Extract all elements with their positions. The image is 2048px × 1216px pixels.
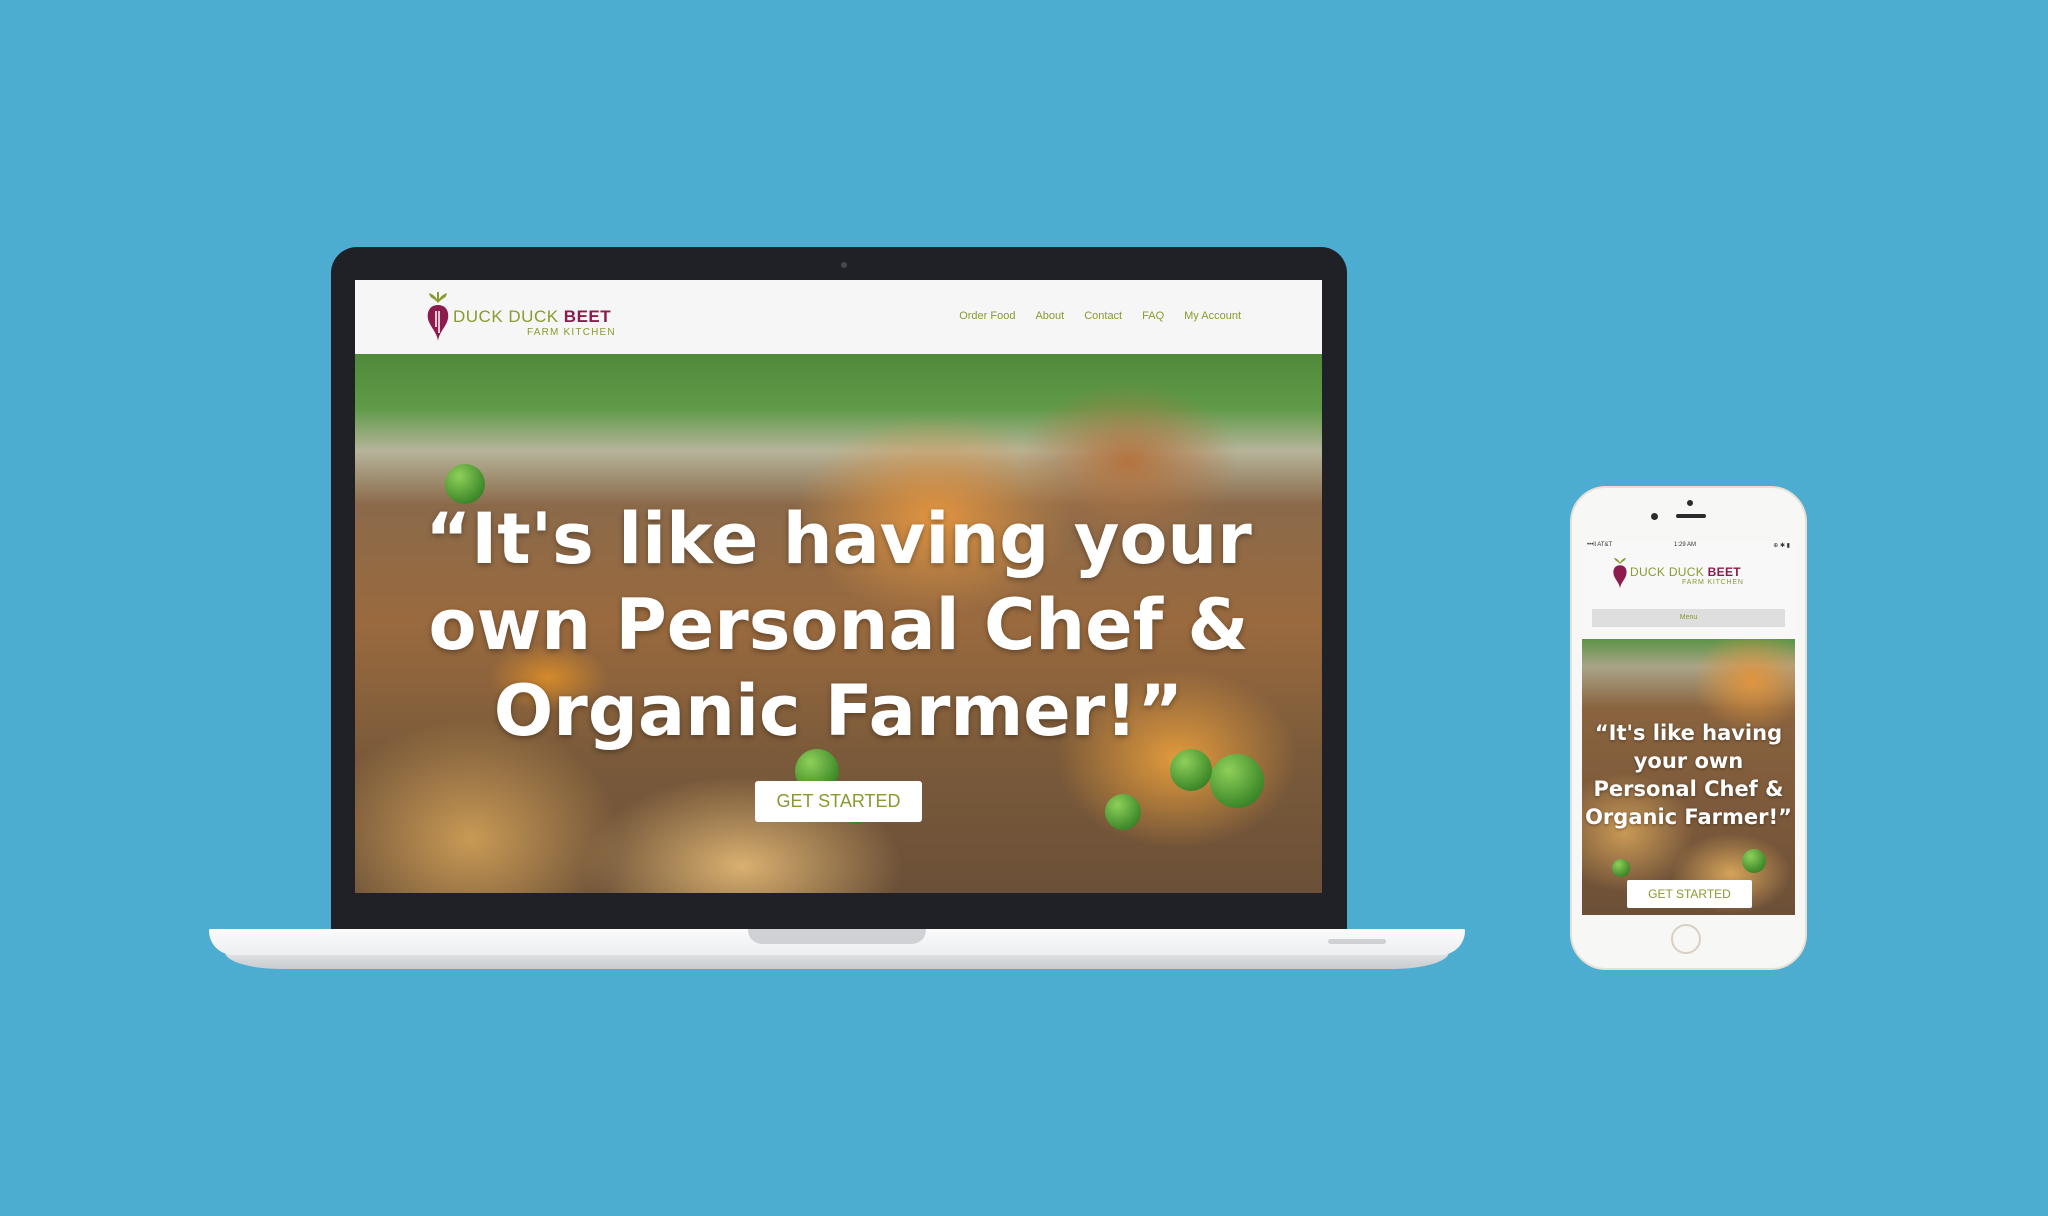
laptop-vent [1328, 939, 1386, 944]
mobile-get-started-button[interactable]: GET STARTED [1627, 880, 1752, 908]
nav-my-account[interactable]: My Account [1184, 310, 1241, 322]
laptop-screen: DUCK DUCK BEET FARM KITCHEN Order Food A… [355, 280, 1322, 893]
laptop-camera [841, 262, 847, 268]
phone-camera [1687, 500, 1693, 506]
hero-headline: “It's like having your own Personal Chef… [425, 498, 1252, 752]
nav-contact[interactable]: Contact [1084, 310, 1122, 322]
logo-tagline: FARM KITCHEN [527, 327, 616, 338]
mobile-logo-name-part1: DUCK DUCK [1630, 565, 1708, 579]
laptop-notch [748, 929, 926, 944]
get-started-button[interactable]: GET STARTED [755, 781, 922, 822]
beet-logo-icon [427, 292, 449, 341]
status-time: 1:29 AM [1674, 542, 1697, 548]
mobile-hero-section: “It's like having your own Personal Chef… [1582, 639, 1795, 915]
mobile-site-logo[interactable]: DUCK DUCK BEET FARM KITCHEN [1610, 555, 1780, 589]
hero-pea-decoration [1612, 859, 1630, 877]
nav-faq[interactable]: FAQ [1142, 310, 1164, 322]
phone-screen: •••ll AT&T 1:29 AM ⊕ ✱ ▮ DUCK DUCK BEET … [1582, 541, 1795, 915]
site-header: DUCK DUCK BEET FARM KITCHEN Order Food A… [355, 280, 1322, 354]
nav-about[interactable]: About [1035, 310, 1064, 322]
hero-pea-decoration [1210, 754, 1264, 808]
hero-pea-decoration [1105, 794, 1141, 830]
beet-logo-icon [1613, 557, 1627, 589]
hero-pea-decoration [1742, 849, 1766, 873]
logo-name-part2: BEET [563, 307, 612, 326]
status-bar: •••ll AT&T 1:29 AM ⊕ ✱ ▮ [1582, 541, 1795, 551]
mobile-logo-name-part2: BEET [1707, 565, 1741, 579]
mobile-logo-tagline: FARM KITCHEN [1682, 579, 1744, 586]
phone-home-button[interactable] [1671, 924, 1701, 954]
phone-speaker [1676, 514, 1706, 518]
mobile-hero-headline: “It's like having your own Personal Chef… [1585, 721, 1792, 829]
status-icons: ⊕ ✱ ▮ [1773, 543, 1790, 549]
logo-wordmark: DUCK DUCK BEET [453, 307, 611, 327]
hero-section: “It's like having your own Personal Chef… [355, 354, 1322, 893]
hero-pea-decoration [1170, 749, 1212, 791]
nav-order-food[interactable]: Order Food [959, 310, 1015, 322]
mobile-menu-button[interactable]: Menu [1592, 609, 1785, 627]
main-nav: Order Food About Contact FAQ My Account [959, 310, 1241, 322]
phone-sensor [1651, 513, 1658, 520]
status-carrier: •••ll AT&T [1587, 542, 1613, 548]
mobile-logo-wordmark: DUCK DUCK BEET [1630, 565, 1741, 579]
logo-name-part1: DUCK DUCK [453, 307, 564, 326]
site-logo[interactable]: DUCK DUCK BEET FARM KITCHEN [423, 289, 673, 345]
